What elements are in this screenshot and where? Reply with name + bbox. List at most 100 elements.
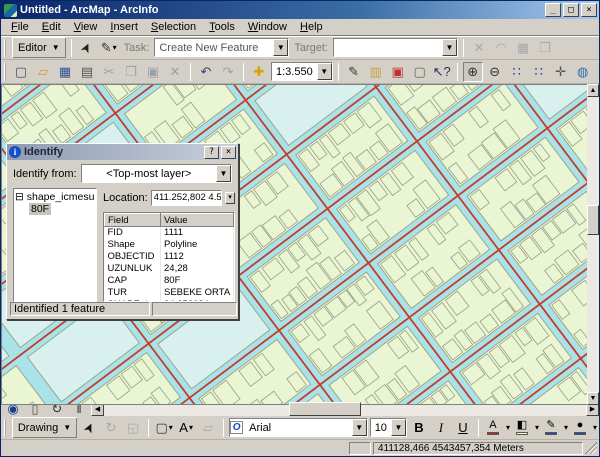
chevron-down-icon[interactable]: ▾ <box>189 418 193 438</box>
tree-root-label[interactable]: shape_icmesu <box>27 191 95 203</box>
marker-color-button[interactable]: ● <box>571 418 589 438</box>
attribute-row[interactable]: ShapePolyline <box>105 239 234 251</box>
chevron-down-icon[interactable]: ▾ <box>564 423 568 432</box>
chevron-down-icon[interactable]: ▼ <box>216 165 231 182</box>
menu-view[interactable]: View <box>68 20 104 34</box>
font-combo[interactable]: O Arial ▼ <box>229 418 368 437</box>
scale-combo[interactable]: 1:3.550 ▼ <box>271 62 333 81</box>
undo-button[interactable]: ↶ <box>196 62 216 82</box>
dialog-close-button[interactable]: × <box>221 146 236 159</box>
go-back-extent-button[interactable]: ◀ <box>595 62 600 82</box>
full-extent-button[interactable]: ◍ <box>573 62 593 82</box>
split-tool-button[interactable]: ✕ <box>469 38 489 58</box>
save-map-button[interactable]: ▦ <box>55 62 75 82</box>
target-combo[interactable]: ▼ <box>333 38 458 57</box>
edit-sketch-arrow-button[interactable]: ➤ <box>77 38 97 58</box>
resize-grip[interactable] <box>585 442 597 454</box>
arc-tool-button[interactable]: ◠ <box>491 38 511 58</box>
toolbar-grip[interactable] <box>4 63 6 81</box>
command-window-button[interactable]: ▢ <box>410 62 430 82</box>
cut-button[interactable]: ✂ <box>99 62 119 82</box>
tree-expander-icon[interactable]: ⊟ <box>15 191 24 203</box>
pan-button[interactable]: ✛ <box>551 62 571 82</box>
attribute-row[interactable]: TURSEBEKE ORTA BASINC <box>105 287 234 299</box>
bold-button[interactable]: B <box>409 418 429 438</box>
menu-file[interactable]: File <box>5 20 35 34</box>
menu-window[interactable]: Window <box>242 20 293 34</box>
new-map-button[interactable]: ▢ <box>11 62 31 82</box>
zoom-in-button[interactable]: ⊕ <box>463 62 483 82</box>
chevron-down-icon[interactable]: ▼ <box>352 419 367 436</box>
dialog-help-button[interactable]: ? <box>204 146 219 159</box>
chevron-down-icon[interactable]: ▼ <box>317 63 332 80</box>
sketch-properties-button[interactable]: ❐ <box>535 38 555 58</box>
paste-button[interactable]: ▣ <box>143 62 163 82</box>
tree-selected-item[interactable]: 80F <box>29 203 51 215</box>
underline-button[interactable]: U <box>453 418 473 438</box>
delete-button[interactable]: ✕ <box>165 62 185 82</box>
scroll-up-icon[interactable]: ▲ <box>587 84 599 97</box>
editor-menu-button[interactable]: Editor▼ <box>12 37 66 58</box>
redo-button[interactable]: ↷ <box>218 62 238 82</box>
identify-from-combo[interactable]: <Top-most layer> ▼ <box>81 164 232 183</box>
fixed-zoom-in-button[interactable]: ∷ <box>507 62 527 82</box>
scroll-down-icon[interactable]: ▼ <box>587 392 599 405</box>
editor-toolbar-toggle-button[interactable]: ✎ <box>344 62 364 82</box>
horizontal-scroll-thumb[interactable] <box>289 402 361 416</box>
vertical-scrollbar[interactable]: ▲ ▼ <box>587 84 599 405</box>
vertical-scroll-thumb[interactable] <box>587 205 599 235</box>
arctoolbox-button[interactable]: ▣ <box>388 62 408 82</box>
attribute-row[interactable]: FID1111 <box>105 227 234 239</box>
select-elements-button[interactable]: ➤ <box>79 418 99 438</box>
menu-help[interactable]: Help <box>294 20 329 34</box>
toolbar-grip[interactable] <box>4 39 7 57</box>
location-units-button[interactable]: ▾ <box>225 192 235 204</box>
attribute-row[interactable]: UZUNLUK24,28 <box>105 263 234 275</box>
add-data-button[interactable]: ✚ <box>249 62 269 82</box>
line-color-button[interactable]: ✎ <box>542 418 560 438</box>
chevron-down-icon[interactable]: ▾ <box>113 38 117 58</box>
chevron-down-icon[interactable]: ▾ <box>169 418 173 438</box>
zoom-out-button[interactable]: ⊖ <box>485 62 505 82</box>
chevron-down-icon[interactable]: ▾ <box>535 423 539 432</box>
horizontal-scroll-track[interactable] <box>104 402 586 416</box>
print-button[interactable]: ▤ <box>77 62 97 82</box>
italic-button[interactable]: I <box>431 418 451 438</box>
task-combo[interactable]: Create New Feature ▼ <box>154 38 289 57</box>
close-button[interactable]: × <box>581 3 597 17</box>
font-color-button[interactable]: A <box>484 418 502 438</box>
whats-this-button[interactable]: ↖? <box>432 62 452 82</box>
value-column-header[interactable]: Value <box>161 214 234 227</box>
identify-attributes-table[interactable]: Field Value FID1111ShapePolylineOBJECTID… <box>103 212 235 302</box>
minimize-button[interactable]: _ <box>545 3 561 17</box>
open-map-button[interactable]: ▱ <box>33 62 53 82</box>
chevron-down-icon[interactable]: ▼ <box>273 39 288 56</box>
attribute-row[interactable]: OBJECTID1112 <box>105 251 234 263</box>
copy-button[interactable]: ❐ <box>121 62 141 82</box>
maximize-button[interactable]: □ <box>563 3 579 17</box>
sketch-pencil-button[interactable]: ✎▾ <box>99 38 119 58</box>
zoom-to-selected-button[interactable]: ◱ <box>123 418 143 438</box>
attributes-button[interactable]: ▦ <box>513 38 533 58</box>
fixed-zoom-out-button[interactable]: ∷ <box>529 62 549 82</box>
attribute-row[interactable]: CAP80F <box>105 275 234 287</box>
rotate-element-button[interactable]: ↻ <box>101 418 121 438</box>
drawing-menu-button[interactable]: Drawing▼ <box>12 417 77 438</box>
chevron-down-icon[interactable]: ▾ <box>593 423 597 432</box>
menu-selection[interactable]: Selection <box>145 20 202 34</box>
toolbar-grip[interactable] <box>4 419 7 437</box>
chevron-down-icon[interactable]: ▼ <box>442 39 457 56</box>
menu-insert[interactable]: Insert <box>104 20 144 34</box>
field-column-header[interactable]: Field <box>105 214 161 227</box>
chevron-down-icon[interactable]: ▼ <box>391 419 406 436</box>
new-rectangle-button[interactable]: ▢▾ <box>154 418 174 438</box>
chevron-down-icon[interactable]: ▾ <box>506 423 510 432</box>
identify-results-tree[interactable]: ⊟ shape_icmesu 80F <box>13 188 97 302</box>
menu-tools[interactable]: Tools <box>203 20 241 34</box>
font-size-combo[interactable]: 10 ▼ <box>370 418 407 437</box>
edit-vertices-button[interactable]: ▱ <box>198 418 218 438</box>
arccatalog-button[interactable]: ▥ <box>366 62 386 82</box>
menu-edit[interactable]: Edit <box>36 20 67 34</box>
identify-dialog-titlebar[interactable]: i Identify ? × <box>7 144 238 160</box>
new-text-button[interactable]: A▾ <box>176 418 196 438</box>
